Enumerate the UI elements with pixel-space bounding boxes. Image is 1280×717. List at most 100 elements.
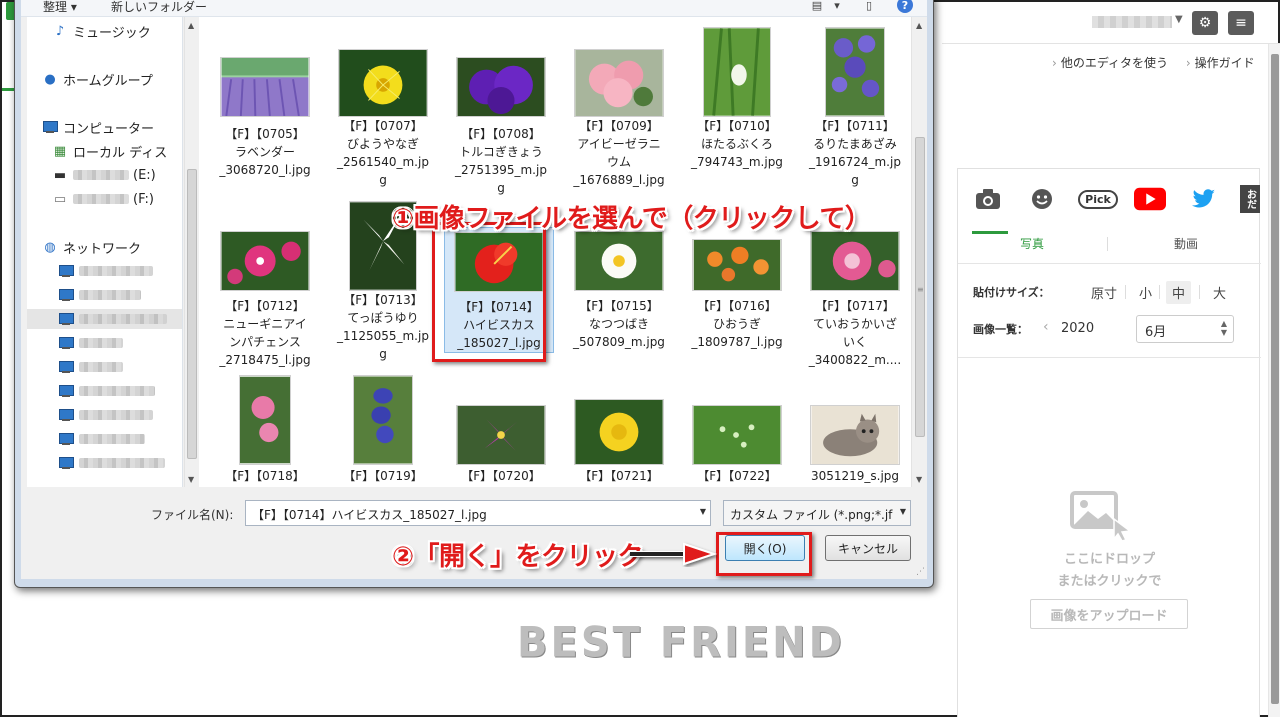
step2-callout: ②「開く」をクリック xyxy=(392,542,644,572)
nav-item-homegroup[interactable]: ● ホームグループ xyxy=(41,69,182,89)
nav-scrollbar[interactable]: ▲ ▼ xyxy=(184,17,198,487)
step1-callout: ①画像ファイルを選んで（クリックして） xyxy=(392,204,871,234)
file-item[interactable]: 【F】【0708】 トルコぎきょう _2751395_m.jp g xyxy=(445,57,557,197)
view-options-icon[interactable]: ▤ xyxy=(807,0,827,14)
network-computer[interactable] xyxy=(57,453,182,473)
image-upload-icon xyxy=(1070,491,1132,541)
organize-menu[interactable]: 整理 ▾ xyxy=(43,0,77,15)
file-list-scrollbar[interactable]: ▲ ≡ ▼ xyxy=(911,17,927,487)
youtube-icon[interactable] xyxy=(1134,185,1166,213)
file-thumbnail xyxy=(703,27,771,117)
network-computer[interactable] xyxy=(57,285,182,305)
file-item[interactable]: 【F】【0712】 ニューギニアイ ンパチェンス _2718475_l.jpg xyxy=(209,231,321,369)
emoji-icon[interactable] xyxy=(1026,185,1058,213)
file-thumbnail xyxy=(810,405,900,465)
file-thumbnail xyxy=(220,57,310,117)
pick-icon[interactable]: Pick xyxy=(1078,185,1118,213)
month-select[interactable]: 6月 ▲ ▼ xyxy=(1136,315,1234,343)
file-item[interactable]: 【F】【0716】 ひおうぎ _1809787_l.jpg xyxy=(681,239,793,351)
file-item[interactable]: 【F】【0709】 アイビーゼラニ ウム _1676889_l.jpg xyxy=(563,49,675,189)
computer-icon xyxy=(58,289,74,301)
file-item[interactable]: 【F】【0707】 びようやなぎ _2561540_m.jp g xyxy=(327,49,439,189)
editor-topbar: ▼ ⚙ ≡ xyxy=(942,2,1280,44)
file-item[interactable]: 【F】【0711】 るりたまあざみ _1916724_m.jp g xyxy=(799,27,911,189)
file-name: 【F】【0715】 なつつばき _507809_m.jpg xyxy=(573,299,665,349)
file-name: 【F】【0722】 xyxy=(697,469,777,483)
camera-icon[interactable] xyxy=(972,185,1004,213)
tab-video[interactable]: 動画 xyxy=(1174,235,1198,252)
page-scrollbar[interactable] xyxy=(1268,44,1280,717)
usb-drive-icon: ▬ xyxy=(53,167,67,183)
preview-pane-icon[interactable]: ▯ xyxy=(859,0,879,14)
dropzone-text[interactable]: ここにドロップ またはクリックで xyxy=(958,549,1261,593)
file-item[interactable]: 【F】【0705】 ラベンダー _3068720_l.jpg xyxy=(209,57,321,179)
music-note-icon: ♪ xyxy=(55,23,65,39)
file-thumbnail xyxy=(574,399,664,465)
file-name: 【F】【0707】 びようやなぎ _2561540_m.jp g xyxy=(337,119,429,187)
size-small[interactable]: 小 xyxy=(1133,281,1158,304)
network-computer[interactable] xyxy=(57,429,182,449)
help-icon[interactable]: ? xyxy=(897,0,913,13)
size-original[interactable]: 原寸 xyxy=(1085,281,1123,304)
network-computer[interactable] xyxy=(27,309,182,329)
scroll-up-icon[interactable]: ▲ xyxy=(916,21,922,30)
network-computer[interactable] xyxy=(57,405,182,425)
resize-grip-icon[interactable]: ⋰ xyxy=(916,567,925,577)
prev-year-icon[interactable]: ‹ xyxy=(1043,319,1049,335)
file-name: 【F】【0711】 るりたまあざみ _1916724_m.jp g xyxy=(809,119,901,187)
drive-icon: ▭ xyxy=(53,191,67,207)
file-item[interactable]: 【F】【0721】 xyxy=(563,399,675,485)
upload-image-button[interactable]: 画像をアップロード xyxy=(1030,599,1188,629)
file-thumbnail xyxy=(825,27,885,117)
computer-icon xyxy=(58,265,74,277)
scroll-down-icon[interactable]: ▼ xyxy=(916,475,922,484)
file-item[interactable]: 3051219_s.jpg xyxy=(799,405,911,485)
file-item[interactable]: 【F】【0719】 xyxy=(327,375,439,485)
nav-item-local-disk[interactable]: ▦ ローカル ディス xyxy=(51,141,182,161)
file-name: 【F】【0713】 てっぽうゆり _1125055_m.jp g xyxy=(337,293,429,361)
network-computer[interactable] xyxy=(57,357,182,377)
nav-item-drive-f[interactable]: ▭ (F:) xyxy=(51,189,182,209)
chevron-down-icon[interactable]: ▼ xyxy=(1175,14,1183,25)
file-item[interactable]: 【F】【0722】 xyxy=(681,405,793,485)
file-thumbnail xyxy=(456,57,546,117)
file-item[interactable]: 【F】【0718】 xyxy=(209,375,321,485)
other-editor-link[interactable]: 他のエディタを使う xyxy=(1061,56,1168,70)
cancel-button[interactable]: キャンセル xyxy=(825,535,911,561)
scroll-down-icon[interactable]: ▼ xyxy=(188,475,194,484)
file-thumbnail xyxy=(692,405,782,465)
odai-icon[interactable]: おだ xyxy=(1240,185,1260,213)
chevron-down-icon[interactable]: ▾ xyxy=(827,0,847,14)
file-thumbnail xyxy=(456,405,546,465)
network-computer[interactable] xyxy=(57,261,182,281)
username-blurred[interactable] xyxy=(1092,16,1172,28)
chevron-down-icon[interactable]: ▼ xyxy=(700,507,706,516)
file-item[interactable]: 【F】【0717】 ていおうかいざ いく _3400822_m.... xyxy=(799,231,911,369)
nav-item-network[interactable]: ◍ ネットワーク xyxy=(41,237,182,257)
new-folder-button[interactable]: 新しいフォルダー xyxy=(111,0,207,15)
network-computer[interactable] xyxy=(57,333,182,353)
size-medium[interactable]: 中 xyxy=(1166,281,1192,304)
twitter-icon[interactable] xyxy=(1188,185,1220,213)
file-item[interactable]: 【F】【0710】 ほたるぶくろ _794743_m.jpg xyxy=(681,27,793,171)
nav-item-drive-e[interactable]: ▬ (E:) xyxy=(51,165,182,185)
guide-link[interactable]: 操作ガイド xyxy=(1195,56,1255,70)
menu-icon[interactable]: ≡ xyxy=(1228,11,1254,35)
file-item[interactable]: 【F】【0720】 xyxy=(445,405,557,485)
nav-item-music[interactable]: ♪ ミュージック xyxy=(51,21,182,41)
computer-icon xyxy=(58,313,74,325)
size-large[interactable]: 大 xyxy=(1207,281,1232,304)
filename-field[interactable]: 【F】【0714】ハイビスカス_185027_l.jpg ▼ xyxy=(245,500,711,526)
filetype-select[interactable]: カスタム ファイル (*.png;*.jf ▼ xyxy=(723,500,911,526)
file-item[interactable]: 【F】【0715】 なつつばき _507809_m.jpg xyxy=(563,231,675,351)
network-computer[interactable] xyxy=(57,381,182,401)
file-name: 【F】【0708】 トルコぎきょう _2751395_m.jp g xyxy=(455,127,547,195)
computer-icon xyxy=(58,361,74,373)
gear-icon[interactable]: ⚙ xyxy=(1192,11,1218,35)
scroll-up-icon[interactable]: ▲ xyxy=(188,21,194,30)
chevron-down-icon[interactable]: ▼ xyxy=(897,507,906,516)
nav-item-computer[interactable]: コンピューター xyxy=(41,117,182,137)
camera-tab-underline xyxy=(972,231,1008,234)
tab-photo[interactable]: 写真 xyxy=(1020,235,1044,252)
file-name: 【F】【0712】 ニューギニアイ ンパチェンス _2718475_l.jpg xyxy=(219,299,311,367)
